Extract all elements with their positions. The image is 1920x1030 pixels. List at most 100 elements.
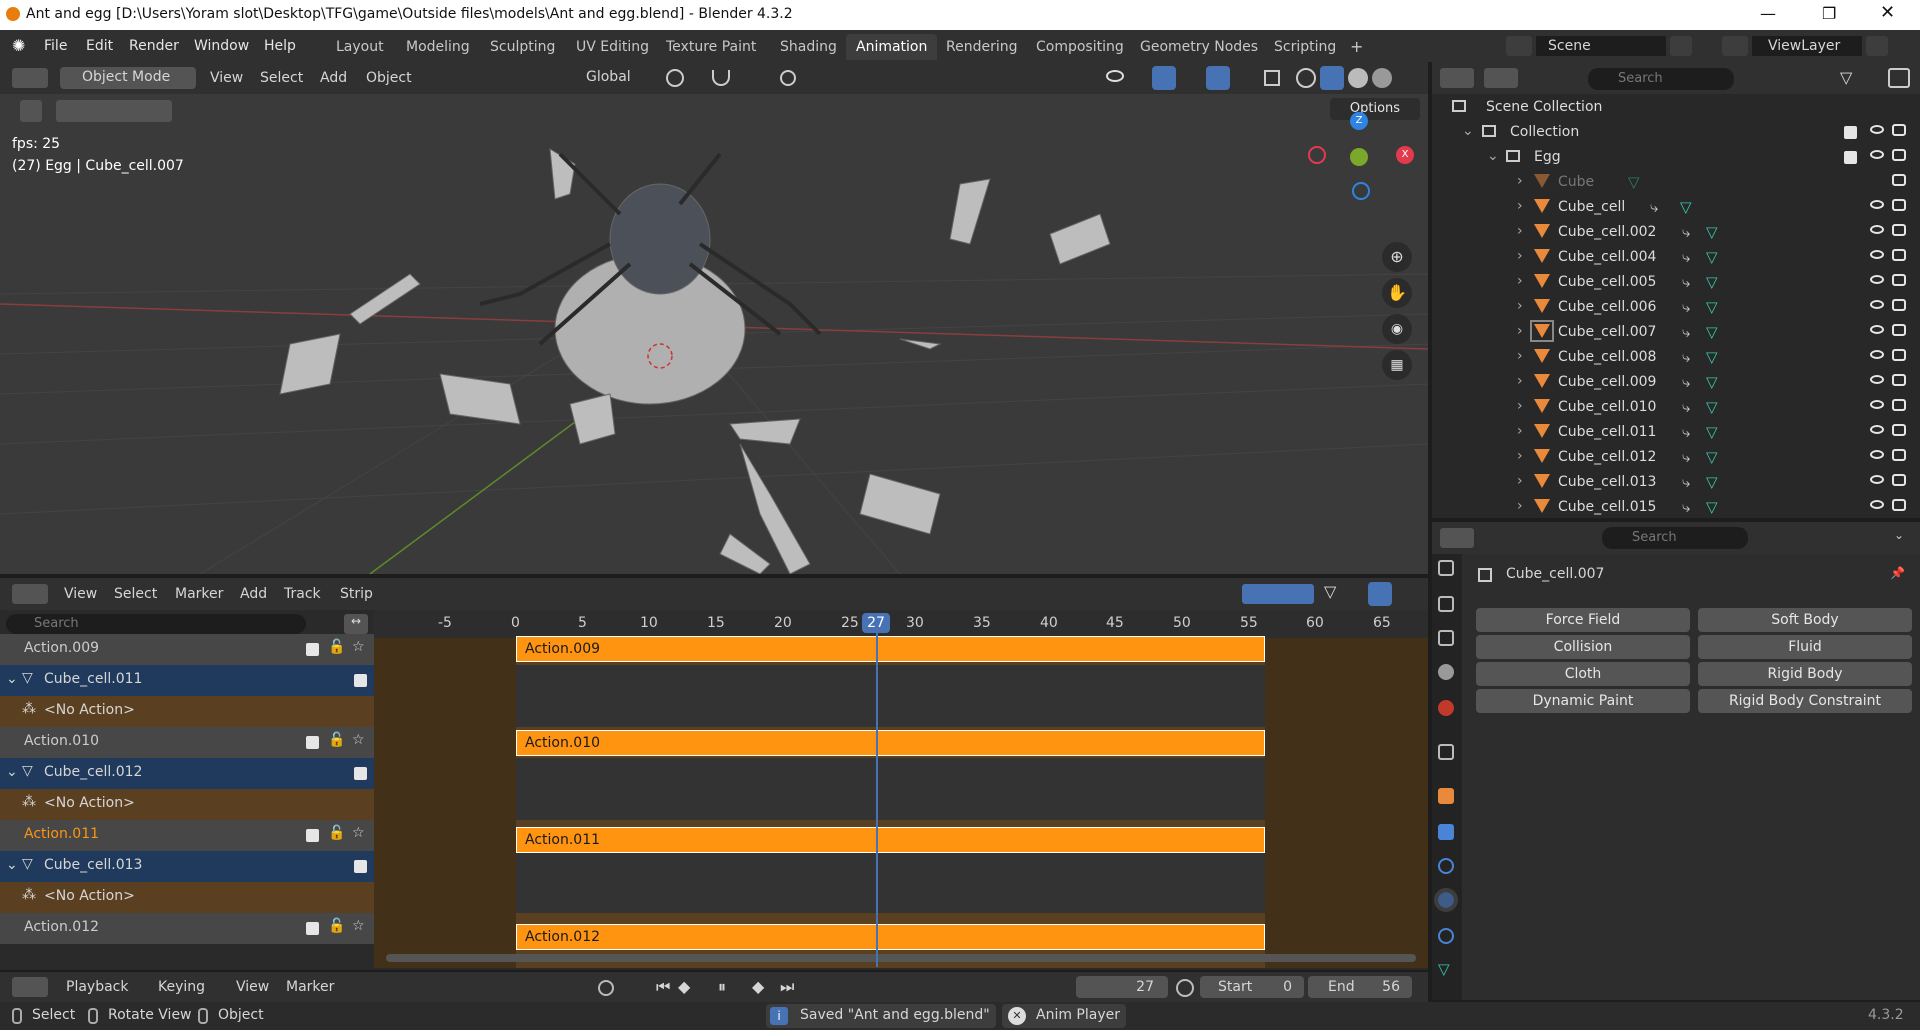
enable-checkbox[interactable]	[354, 767, 367, 780]
outliner-row-egg[interactable]: ⌄ Egg	[1432, 146, 1912, 171]
visibility-eye-icon[interactable]	[1870, 400, 1884, 409]
nla-menu-view[interactable]: View	[64, 586, 97, 602]
gizmo-z-axis[interactable]: Z	[1350, 112, 1368, 130]
menu-window[interactable]: Window	[194, 30, 249, 62]
collapse-chevron-icon[interactable]: ⌄	[6, 671, 18, 687]
visibility-eye-icon[interactable]	[1870, 375, 1884, 384]
new-view-layer-button[interactable]	[1866, 36, 1888, 56]
shading-rendered-icon[interactable]	[1372, 68, 1392, 88]
outliner-row-object[interactable]: › Cube_cell.009 ⤷ ▽	[1432, 371, 1912, 396]
timeline-menu-keying[interactable]: Keying	[158, 979, 205, 995]
outliner-row-object[interactable]: › Cube_cell.012 ⤷ ▽	[1432, 446, 1912, 471]
exclude-checkbox[interactable]	[1844, 151, 1857, 164]
shading-wireframe-icon[interactable]	[1296, 68, 1316, 88]
physics-properties-icon[interactable]	[1434, 888, 1458, 912]
viewport-menu-object[interactable]: Object	[366, 70, 412, 86]
render-camera-icon[interactable]	[1892, 124, 1906, 136]
pan-hand-icon[interactable]: ✋	[1382, 278, 1412, 308]
properties-editor-icon[interactable]	[1440, 528, 1474, 548]
expand-chevron-icon[interactable]: ⌄	[1462, 123, 1474, 139]
expand-chevron-icon[interactable]: ›	[1517, 448, 1523, 464]
outliner-row-object[interactable]: › Cube_cell.004 ⤷ ▽	[1432, 246, 1912, 271]
expand-chevron-icon[interactable]: ›	[1517, 398, 1523, 414]
output-properties-icon[interactable]	[1438, 596, 1454, 612]
outliner-row-object[interactable]: › Cube_cell.006 ⤷ ▽	[1432, 296, 1912, 321]
snapping-toggle-icon[interactable]	[1368, 582, 1392, 606]
expand-chevron-icon[interactable]: ›	[1517, 273, 1523, 289]
render-camera-icon[interactable]	[1892, 324, 1906, 336]
outliner-row-object[interactable]: › Cube_cell.008 ⤷ ▽	[1432, 346, 1912, 371]
outliner-row-scene-collection[interactable]: Scene Collection	[1432, 96, 1912, 121]
xray-toggle-icon[interactable]	[1264, 70, 1280, 86]
outliner-row-object[interactable]: › Cube_cell.005 ⤷ ▽	[1432, 271, 1912, 296]
render-camera-icon[interactable]	[1892, 249, 1906, 261]
timeline-menu-view[interactable]: View	[236, 979, 269, 995]
preview-range-icon[interactable]	[1176, 979, 1194, 997]
enable-checkbox[interactable]	[354, 674, 367, 687]
end-frame-field[interactable]: End 56	[1308, 976, 1412, 998]
gizmo-toggle-icon[interactable]	[1152, 66, 1176, 90]
star-icon[interactable]: ☆	[352, 639, 365, 655]
action-strip[interactable]: Action.010	[516, 730, 1265, 756]
transform-orientation-dropdown[interactable]: Global	[560, 67, 656, 89]
visibility-eye-icon[interactable]	[1870, 250, 1884, 259]
render-camera-icon[interactable]	[1892, 399, 1906, 411]
timeline-menu-marker[interactable]: Marker	[286, 979, 334, 995]
collapse-chevron-icon[interactable]: ⌄	[6, 857, 18, 873]
render-camera-icon[interactable]	[1892, 174, 1906, 186]
outliner-row-object[interactable]: › Cube_cell.011 ⤷ ▽	[1432, 421, 1912, 446]
viewport-3d[interactable]: Object Mode View Select Add Object Globa…	[0, 62, 1428, 574]
expand-chevron-icon[interactable]: ⌄	[1487, 148, 1499, 164]
render-camera-icon[interactable]	[1892, 474, 1906, 486]
tab-sculpting[interactable]: Sculpting	[480, 34, 565, 60]
expand-chevron-icon[interactable]: ›	[1517, 323, 1523, 339]
menu-help[interactable]: Help	[264, 30, 296, 62]
expand-chevron-icon[interactable]: ›	[1517, 198, 1523, 214]
nla-track-noaction[interactable]: ⁂ <No Action>	[0, 789, 374, 820]
expand-chevron-icon[interactable]: ›	[1517, 173, 1523, 189]
visibility-eye-icon[interactable]	[1870, 350, 1884, 359]
add-workspace-button[interactable]: +	[1340, 34, 1373, 60]
outliner-row-object[interactable]: › Cube_cell.010 ⤷ ▽	[1432, 396, 1912, 421]
cancel-job-icon[interactable]: ✕	[1008, 1007, 1026, 1025]
tab-shading[interactable]: Shading	[770, 34, 847, 60]
gizmo-neg-x[interactable]	[1308, 146, 1326, 164]
zoom-icon[interactable]: ⊕	[1382, 242, 1412, 272]
editor-type-icon[interactable]	[12, 68, 48, 88]
playhead-line[interactable]	[876, 633, 878, 967]
outliner-editor-icon[interactable]	[1440, 68, 1474, 88]
force-field-button[interactable]: Force Field	[1476, 608, 1690, 632]
visibility-eye-icon[interactable]	[1870, 475, 1884, 484]
visibility-eye-icon[interactable]	[1870, 300, 1884, 309]
outliner-row-object[interactable]: › Cube ▽	[1432, 171, 1912, 196]
tab-modeling[interactable]: Modeling	[396, 34, 480, 60]
visibility-eye-icon[interactable]	[1870, 200, 1884, 209]
expand-chevron-icon[interactable]: ›	[1517, 348, 1523, 364]
action-strip[interactable]: Action.009	[516, 636, 1265, 662]
tab-compositing[interactable]: Compositing	[1026, 34, 1134, 60]
nla-menu-select[interactable]: Select	[114, 586, 157, 602]
visibility-eye-icon[interactable]	[1870, 125, 1884, 134]
close-window-button[interactable]: ✕	[1880, 2, 1895, 23]
camera-view-icon[interactable]: ◉	[1382, 314, 1412, 344]
collection-properties-icon[interactable]	[1438, 744, 1454, 760]
nla-search-input[interactable]: Search	[6, 614, 306, 634]
shading-material-icon[interactable]	[1348, 68, 1368, 88]
nla-menu-strip[interactable]: Strip	[340, 586, 373, 602]
constraints-properties-icon[interactable]	[1438, 928, 1454, 944]
rigid-body-constraint-button[interactable]: Rigid Body Constraint	[1698, 689, 1912, 713]
new-scene-button[interactable]	[1670, 36, 1692, 56]
view-layer-properties-icon[interactable]	[1438, 630, 1454, 646]
render-camera-icon[interactable]	[1892, 349, 1906, 361]
outliner-search-input[interactable]: Search	[1588, 68, 1734, 90]
overlay-toggle-icon[interactable]	[1206, 66, 1230, 90]
proportional-edit-icon[interactable]	[780, 70, 796, 86]
anim-player-job[interactable]: ✕ Anim Player	[1002, 1004, 1126, 1028]
pause-button[interactable]: ⏸	[718, 977, 726, 997]
outliner-row-object[interactable]: › Cube_cell.015 ⤷ ▽	[1432, 496, 1912, 521]
nla-track-action-active[interactable]: Action.011 🔓 ☆	[0, 820, 374, 851]
viewport-menu-add[interactable]: Add	[320, 70, 347, 86]
nla-editor-icon[interactable]	[12, 584, 48, 604]
gizmo-x-axis[interactable]: X	[1396, 146, 1414, 164]
scene-selector-icon[interactable]	[1506, 36, 1532, 56]
